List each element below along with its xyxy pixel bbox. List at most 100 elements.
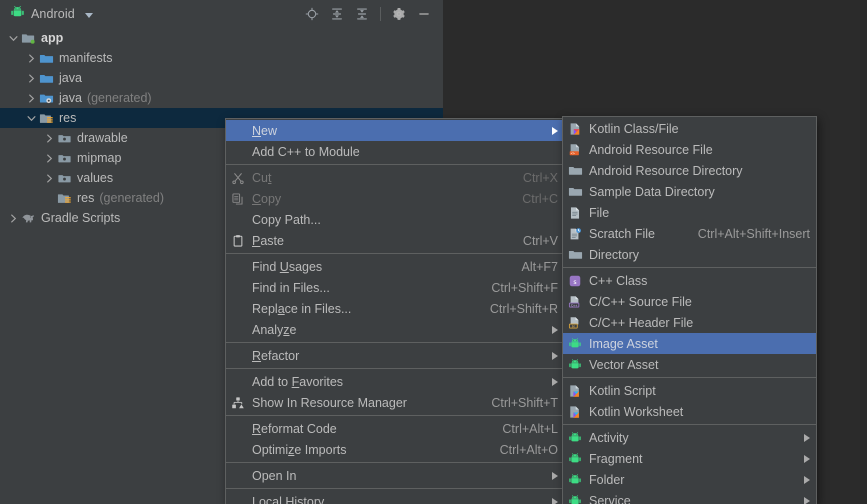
menu-item-analyze[interactable]: Analyze	[226, 319, 564, 340]
submenu-arrow-icon	[552, 325, 558, 334]
menu-icon-placeholder	[230, 442, 246, 458]
menu-item-paste[interactable]: Paste Ctrl+V	[226, 230, 564, 251]
folder-icon	[567, 163, 583, 179]
menu-icon-placeholder	[230, 348, 246, 364]
menu-item-sample-data-directory[interactable]: Sample Data Directory	[563, 181, 816, 202]
menu-item-image-asset[interactable]: Image Asset	[563, 333, 816, 354]
menu-item-refactor[interactable]: Refactor	[226, 345, 564, 366]
menu-item-label: Vector Asset	[589, 357, 659, 372]
chevron-right-icon[interactable]	[24, 88, 38, 108]
menu-item-c-class[interactable]: s C++ Class	[563, 270, 816, 291]
menu-item-reformat-code[interactable]: Reformat Code Ctrl+Alt+L	[226, 418, 564, 439]
tree-item-label: manifests	[59, 51, 113, 65]
tree-item-label: mipmap	[77, 151, 122, 165]
menu-item-label: Refactor	[252, 348, 300, 363]
menu-item-kotlin-worksheet[interactable]: Kotlin Worksheet	[563, 401, 816, 422]
chevron-down-icon[interactable]	[6, 28, 20, 48]
folder-blue-icon	[38, 70, 54, 86]
menu-item-label: C/C++ Source File	[589, 294, 692, 309]
tree-item-label: java	[59, 71, 82, 85]
menu-item-label: Copy Path...	[252, 212, 321, 227]
submenu-arrow-icon	[552, 351, 558, 360]
folder-res-icon	[38, 110, 54, 126]
tree-row[interactable]: manifests	[0, 48, 443, 68]
menu-item-kotlin-class-file[interactable]: Kotlin Class/File	[563, 118, 816, 139]
project-view-selector[interactable]: Android	[0, 5, 93, 23]
menu-separator	[226, 488, 564, 489]
tree-row[interactable]: app	[0, 28, 443, 48]
menu-item-label: Replace in Files...	[252, 301, 352, 316]
menu-item-activity[interactable]: Activity	[563, 427, 816, 448]
menu-item-label: Fragment	[589, 451, 643, 466]
menu-item-optimize-imports[interactable]: Optimize Imports Ctrl+Alt+O	[226, 439, 564, 460]
chevron-right-icon[interactable]	[24, 68, 38, 88]
menu-item-shortcut: Ctrl+C	[522, 191, 558, 206]
minimize-icon[interactable]	[413, 3, 435, 25]
tree-row[interactable]: java	[0, 68, 443, 88]
menu-item-add-to-favorites[interactable]: Add to Favorites	[226, 371, 564, 392]
tool-window-header: Android	[0, 0, 443, 28]
menu-item-find-in-files[interactable]: Find in Files... Ctrl+Shift+F	[226, 277, 564, 298]
submenu-arrow-icon	[552, 471, 558, 480]
menu-separator	[226, 415, 564, 416]
menu-item-copy-path[interactable]: Copy Path...	[226, 209, 564, 230]
chevron-right-icon[interactable]	[24, 48, 38, 68]
menu-separator	[563, 377, 816, 378]
menu-item-new[interactable]: New	[226, 120, 564, 141]
menu-item-label: Image Asset	[589, 336, 658, 351]
folder-icon	[567, 247, 583, 263]
menu-separator	[226, 253, 564, 254]
gear-icon[interactable]	[388, 3, 410, 25]
chevron-right-icon[interactable]	[42, 168, 56, 188]
menu-icon-placeholder	[230, 322, 246, 338]
menu-item-add-c-to-module[interactable]: Add C++ to Module	[226, 141, 564, 162]
scratch-file-icon	[567, 226, 583, 242]
context-menu[interactable]: New Add C++ to Module Cut Ctrl+X Copy Ctrl+C C…	[225, 118, 565, 504]
chevron-right-icon[interactable]	[42, 148, 56, 168]
menu-item-android-resource-file[interactable]: <> Android Resource File	[563, 139, 816, 160]
menu-icon-placeholder	[230, 421, 246, 437]
collapse-all-icon[interactable]	[351, 3, 373, 25]
menu-item-label: Kotlin Class/File	[589, 121, 679, 136]
chevron-down-icon[interactable]	[24, 108, 38, 128]
menu-item-shortcut: Ctrl+Shift+F	[491, 280, 558, 295]
menu-item-find-usages[interactable]: Find Usages Alt+F7	[226, 256, 564, 277]
menu-item-folder[interactable]: Folder	[563, 469, 816, 490]
menu-item-service[interactable]: Service	[563, 490, 816, 504]
new-submenu[interactable]: Kotlin Class/File <> Android Resource File…	[562, 116, 817, 504]
menu-item-replace-in-files[interactable]: Replace in Files... Ctrl+Shift+R	[226, 298, 564, 319]
menu-item-show-in-resource-manager[interactable]: Show In Resource Manager Ctrl+Shift+T	[226, 392, 564, 413]
tool-window-toolbar	[301, 0, 435, 28]
menu-item-shortcut: Ctrl+Alt+L	[502, 421, 558, 436]
tree-row[interactable]: java (generated)	[0, 88, 443, 108]
menu-item-local-history[interactable]: Local History	[226, 491, 564, 504]
menu-item-scratch-file[interactable]: Scratch File Ctrl+Alt+Shift+Insert	[563, 223, 816, 244]
menu-item-label: Add C++ to Module	[252, 144, 360, 159]
menu-icon-placeholder	[230, 280, 246, 296]
menu-item-vector-asset[interactable]: Vector Asset	[563, 354, 816, 375]
tree-item-label: values	[77, 171, 114, 185]
menu-item-open-in[interactable]: Open In	[226, 465, 564, 486]
locate-icon[interactable]	[301, 3, 323, 25]
menu-separator	[563, 424, 816, 425]
menu-item-android-resource-directory[interactable]: Android Resource Directory	[563, 160, 816, 181]
menu-item-shortcut: Alt+F7	[521, 259, 558, 274]
cpp-header-icon: H	[567, 315, 583, 331]
menu-item-fragment[interactable]: Fragment	[563, 448, 816, 469]
menu-item-file[interactable]: File	[563, 202, 816, 223]
menu-item-c-c-header-file[interactable]: H C/C++ Header File	[563, 312, 816, 333]
android-robot-icon	[567, 451, 583, 467]
gradle-elephant-icon	[20, 210, 36, 226]
menu-item-c-c-source-file[interactable]: C++ C/C++ Source File	[563, 291, 816, 312]
chevron-right-icon[interactable]	[6, 208, 20, 228]
menu-item-directory[interactable]: Directory	[563, 244, 816, 265]
menu-item-label: Add to Favorites	[252, 374, 344, 389]
menu-item-kotlin-script[interactable]: Kotlin Script	[563, 380, 816, 401]
menu-item-label: Paste	[252, 233, 284, 248]
menu-item-label: Directory	[589, 247, 640, 262]
menu-item-shortcut: Ctrl+Shift+T	[491, 395, 558, 410]
expand-all-icon[interactable]	[326, 3, 348, 25]
menu-item-label: Reformat Code	[252, 421, 337, 436]
ide-window: Android app manifests java java (generat…	[0, 0, 867, 504]
chevron-right-icon[interactable]	[42, 128, 56, 148]
